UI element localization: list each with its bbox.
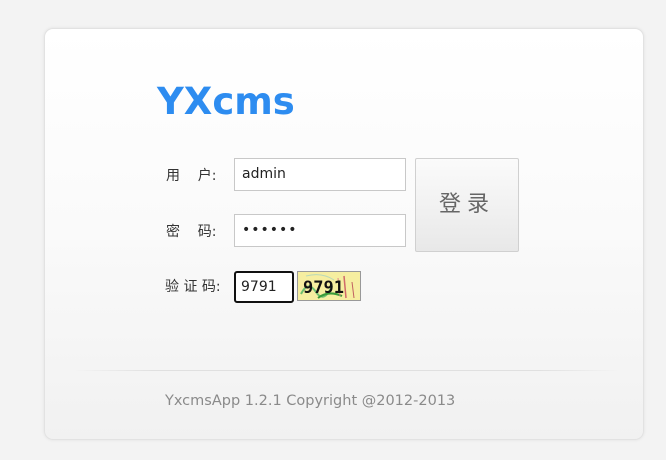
captcha-field[interactable]: 9791 bbox=[234, 271, 294, 303]
copyright-text: YxcmsApp 1.2.1 Copyright @2012-2013 bbox=[165, 393, 456, 409]
password-field[interactable]: •••••• bbox=[234, 214, 406, 247]
captcha-image[interactable]: 9791 bbox=[297, 271, 361, 301]
username-field[interactable]: admin bbox=[234, 158, 406, 191]
username-label: 用 户: bbox=[166, 168, 217, 184]
captcha-noise: 9791 bbox=[298, 272, 360, 300]
login-button[interactable]: 登录 bbox=[415, 158, 519, 252]
footer-divider bbox=[72, 370, 620, 371]
captcha-text: 9791 bbox=[303, 278, 344, 298]
captcha-label: 验 证 码: bbox=[165, 279, 221, 295]
password-label: 密 码: bbox=[166, 224, 217, 240]
logo: YXcms bbox=[157, 80, 295, 123]
